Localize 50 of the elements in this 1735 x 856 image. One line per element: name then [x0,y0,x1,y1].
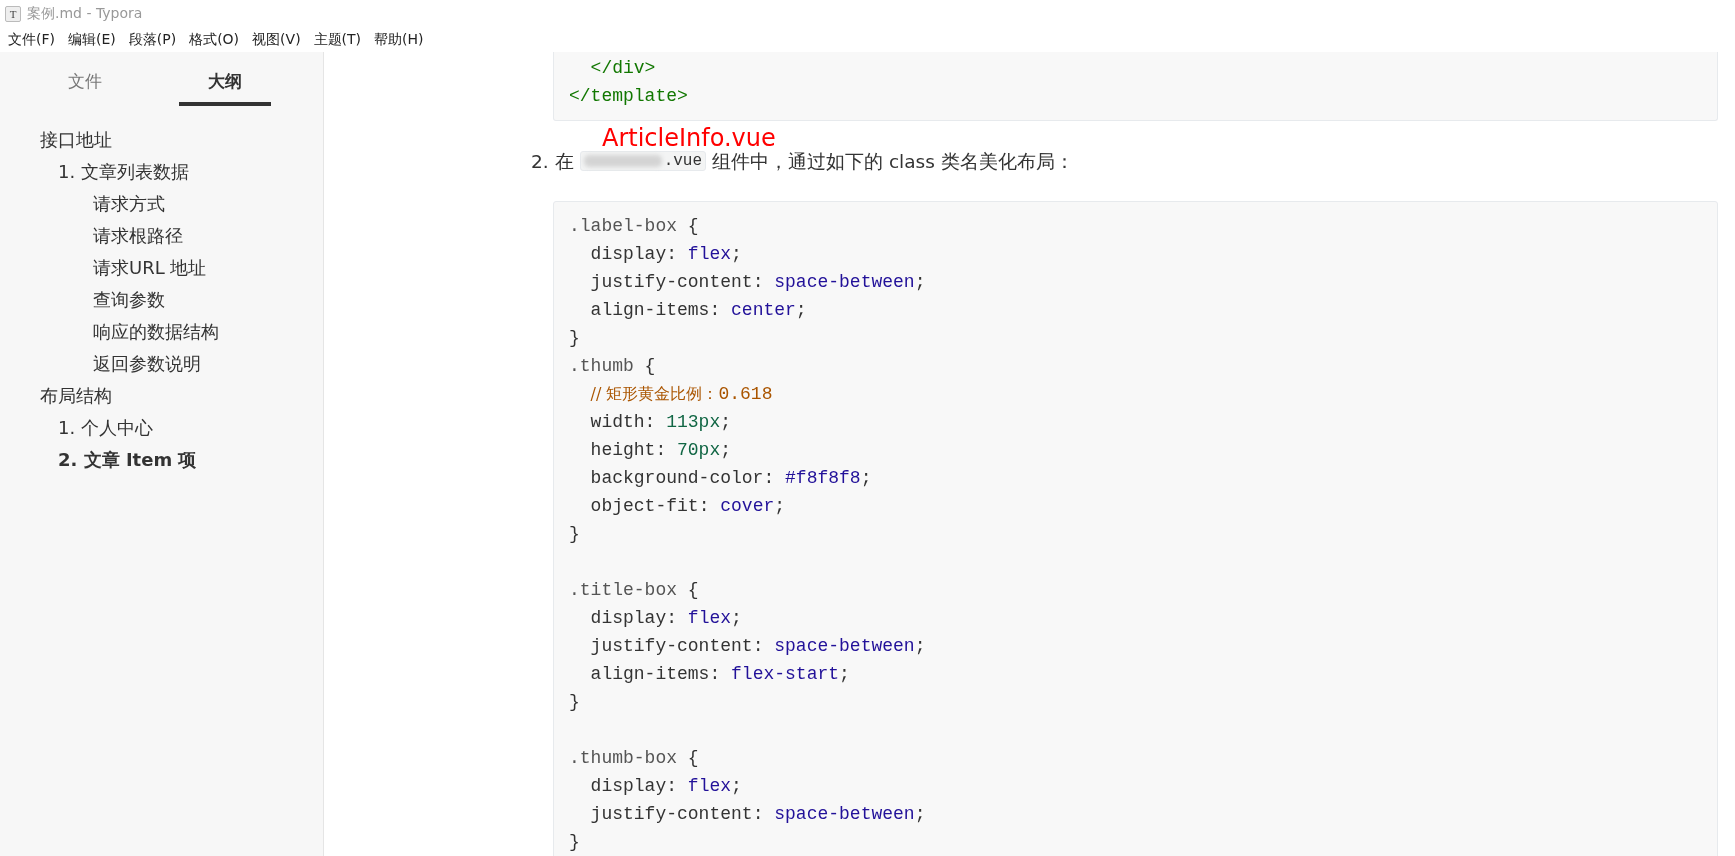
outline-item[interactable]: 2. 文章 Item 项 [58,448,197,472]
code-line: display: flex; [589,243,743,266]
code-line: width: 113px; [589,411,733,434]
menu-item[interactable]: 段落(P) [128,31,177,49]
outline-item[interactable]: 接口地址 [40,128,112,152]
annotation-text: ArticleInfo.vue [602,124,776,152]
code-line: } [569,523,581,546]
menu-item[interactable]: 编辑(E) [68,31,116,49]
paragraph-text: 组件中，通过如下的 class 类名美化布局： [712,149,1074,174]
code-line: object-fit: cover; [589,495,787,518]
outline-item[interactable]: 请求根路径 [93,224,183,248]
menu-item[interactable]: 文件(F) [8,31,55,49]
outline-item[interactable]: 1. 文章列表数据 [58,160,189,184]
code-line: justify-content: space-between; [589,271,927,294]
outline-item[interactable]: 请求方式 [93,192,165,216]
list-number: 2. [531,150,549,172]
code-line: background-color: #f8f8f8; [589,467,873,490]
app-icon: T [5,6,21,22]
code-line: // 矩形黄金比例：0.618 [589,383,774,406]
code-line: height: 70px; [589,439,733,462]
menu-item[interactable]: 主题(T) [313,31,362,49]
menu-item[interactable]: 帮助(H) [374,31,424,49]
menu-item[interactable]: 视图(V) [252,31,301,49]
code-line: } [569,327,581,350]
code-line: align-items: center; [589,299,808,322]
code-line: justify-content: space-between; [589,803,927,826]
code-line: </div> [589,57,657,80]
paragraph-text: 在 [554,149,574,174]
code-line: .thumb { [569,355,657,378]
code-line: } [569,831,581,854]
code-line: .title-box { [569,579,700,602]
outline-item[interactable]: 返回参数说明 [93,352,201,376]
code-line: display: flex; [589,607,743,630]
code-line: </template> [569,85,689,108]
window-title: 案例.md - Typora [27,5,143,23]
sidebar-tab[interactable]: 文件 [44,70,126,106]
outline-item[interactable]: 布局结构 [40,384,112,408]
sidebar-tab[interactable]: 大纲 [179,70,271,106]
menu-item[interactable]: 格式(O) [189,31,240,49]
inline-code: .vue [579,151,707,171]
code-line: justify-content: space-between; [589,635,927,658]
code-line: } [569,691,581,714]
outline-item[interactable]: 响应的数据结构 [93,320,219,344]
outline-item[interactable]: 查询参数 [93,288,165,312]
code-line: .thumb-box { [569,747,700,770]
outline-item[interactable]: 1. 个人中心 [58,416,153,440]
code-line: display: flex; [589,775,743,798]
outline-item[interactable]: 请求URL 地址 [93,256,207,280]
code-line: .label-box { [569,215,700,238]
code-line: align-items: flex-start; [589,663,851,686]
